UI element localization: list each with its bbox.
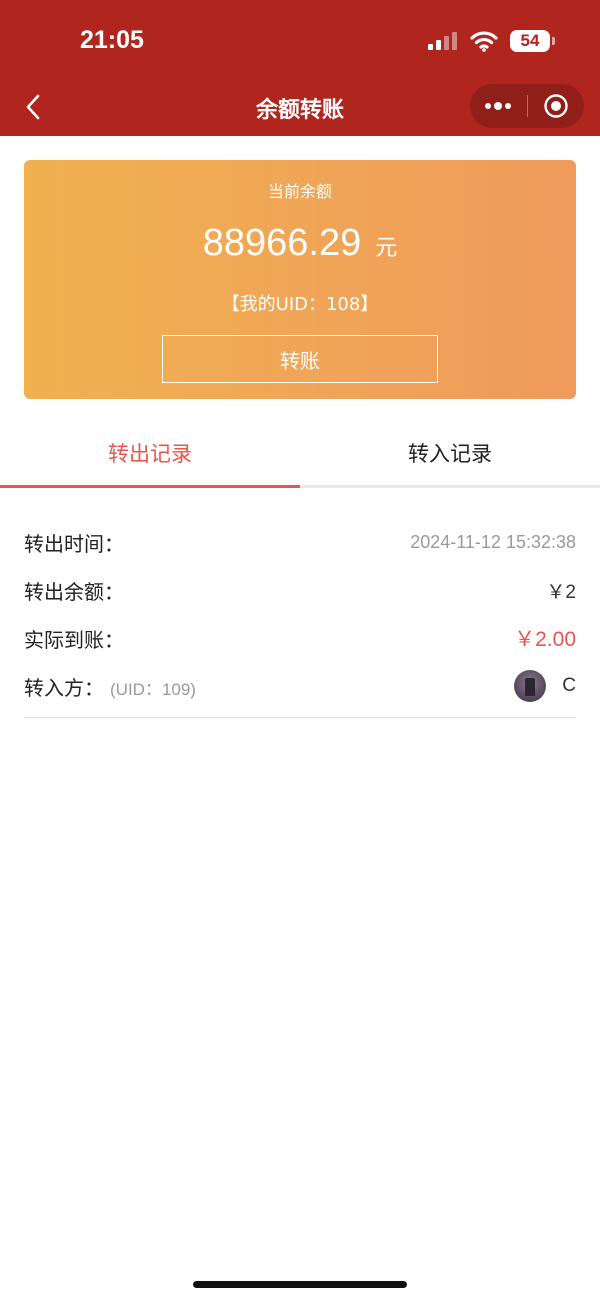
- balance-unit: 元: [375, 236, 398, 261]
- record-actual-row: 实际到账： ￥2.00: [24, 614, 576, 662]
- record-amount-row: 转出余额： ￥2: [24, 566, 576, 614]
- balance-card: 当前余额 88966.29 元 【我的UID：108】 转账: [24, 160, 576, 399]
- my-uid: 【我的UID：108】: [221, 294, 379, 315]
- recipient-info: C: [514, 670, 576, 702]
- recipient-name: C: [562, 675, 576, 696]
- tab-incoming-records[interactable]: 转入记录: [300, 422, 600, 488]
- transfer-record: 转出时间： 2024-11-12 15:32:38 转出余额： ￥2 实际到账：…: [24, 518, 576, 718]
- more-dots-icon: [485, 102, 512, 110]
- close-mini-program-button[interactable]: [528, 84, 585, 128]
- record-actual-value: ￥2.00: [514, 628, 576, 651]
- record-amount-value: ￥2: [546, 581, 576, 603]
- balance-amount: 88966.29: [202, 222, 362, 264]
- record-amount-label: 转出余额：: [24, 579, 124, 604]
- status-time: 21:05: [80, 26, 144, 54]
- wifi-icon: [470, 31, 498, 52]
- home-indicator: [193, 1281, 407, 1288]
- balance-amount-row: 88966.29 元: [24, 222, 576, 265]
- record-time-row: 转出时间： 2024-11-12 15:32:38: [24, 518, 576, 566]
- record-actual-label: 实际到账：: [24, 627, 124, 652]
- record-time-label: 转出时间：: [24, 531, 124, 556]
- status-icons: 54: [428, 28, 555, 54]
- record-tabs: 转出记录 转入记录: [0, 422, 600, 488]
- mini-program-capsule: [470, 84, 584, 128]
- header-bar: 21:05 54 余额转账: [0, 0, 600, 136]
- target-circle-icon: [544, 94, 568, 118]
- battery-icon: 54: [510, 30, 555, 52]
- record-recipient-label: 转入方：: [24, 675, 104, 700]
- record-recipient-label-group: 转入方： (UID：109): [24, 672, 196, 701]
- recipient-avatar: [514, 670, 547, 702]
- balance-label: 当前余额: [267, 182, 332, 201]
- transfer-button[interactable]: 转账: [162, 335, 438, 383]
- tab-outgoing-records[interactable]: 转出记录: [0, 422, 300, 488]
- record-time-value: 2024-11-12 15:32:38: [410, 531, 576, 552]
- recipient-uid: (UID：109): [110, 679, 196, 699]
- more-button[interactable]: [470, 84, 527, 128]
- record-recipient-row: 转入方： (UID：109) C: [24, 662, 576, 710]
- signal-icon: [428, 32, 457, 50]
